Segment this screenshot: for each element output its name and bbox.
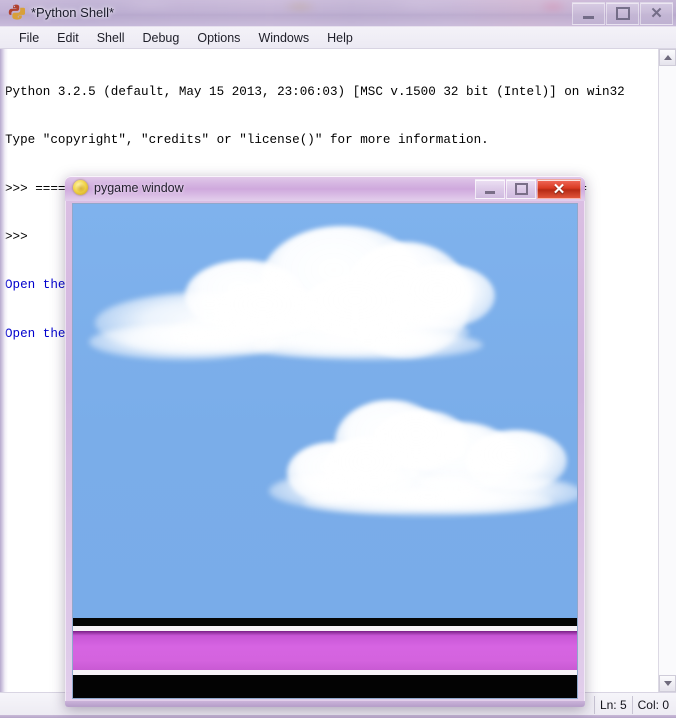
- pygame-yellow-icon: [73, 180, 88, 195]
- band-black-lower: [73, 675, 577, 698]
- python-logo-icon: [8, 4, 26, 20]
- band-magenta: [73, 631, 577, 670]
- scrollbar-track[interactable]: [659, 66, 676, 675]
- python-shell-titlebar[interactable]: *Python Shell* ✕: [0, 0, 676, 27]
- close-button[interactable]: ✕: [640, 2, 673, 25]
- minimize-button[interactable]: [572, 2, 605, 25]
- shell-line: Python 3.2.5 (default, May 15 2013, 23:0…: [5, 85, 625, 100]
- maximize-icon: [514, 183, 528, 195]
- menu-item-windows[interactable]: Windows: [249, 29, 318, 47]
- pygame-window-controls: ✕: [475, 179, 581, 199]
- shell-line: Type "copyright", "credits" or "license(…: [5, 133, 489, 148]
- menu-item-edit[interactable]: Edit: [48, 29, 88, 47]
- python-shell-title-text: *Python Shell*: [31, 4, 115, 20]
- scroll-up-button[interactable]: [659, 49, 676, 66]
- minimize-icon: [485, 190, 495, 194]
- python-shell-title-row: *Python Shell*: [8, 4, 114, 20]
- maximize-icon: [615, 7, 630, 20]
- status-fields: Ln: 5 Col: 0: [593, 696, 674, 714]
- triangle-up-icon: [663, 55, 672, 60]
- python-shell-window-controls: ✕: [572, 2, 673, 25]
- close-icon: ✕: [552, 180, 566, 198]
- menu-item-file[interactable]: File: [10, 29, 48, 47]
- pygame-titlebar[interactable]: pygame window ✕: [65, 176, 585, 201]
- minimize-icon: [583, 15, 594, 19]
- pygame-title-row: pygame window: [73, 180, 184, 195]
- pygame-minimize-button[interactable]: [475, 179, 505, 199]
- menu-item-debug[interactable]: Debug: [134, 29, 189, 47]
- band-black-upper: [73, 618, 577, 626]
- menu-item-options[interactable]: Options: [188, 29, 249, 47]
- menu-bar: File Edit Shell Debug Options Windows He…: [0, 27, 676, 49]
- vertical-scrollbar[interactable]: [658, 49, 676, 692]
- maximize-button[interactable]: [606, 2, 639, 25]
- pygame-canvas[interactable]: [72, 203, 578, 699]
- pygame-title-text: pygame window: [94, 180, 184, 195]
- pygame-window: pygame window ✕: [65, 176, 585, 707]
- menu-item-shell[interactable]: Shell: [88, 29, 134, 47]
- menu-item-help[interactable]: Help: [318, 29, 362, 47]
- pygame-maximize-button[interactable]: [506, 179, 536, 199]
- status-column-number: Col: 0: [631, 696, 674, 714]
- scroll-down-button[interactable]: [659, 675, 676, 692]
- close-icon: ✕: [650, 5, 663, 22]
- pygame-window-bottom-edge: [65, 701, 585, 707]
- triangle-down-icon: [663, 681, 672, 686]
- status-line-number: Ln: 5: [593, 696, 632, 714]
- pygame-close-button[interactable]: ✕: [537, 179, 581, 199]
